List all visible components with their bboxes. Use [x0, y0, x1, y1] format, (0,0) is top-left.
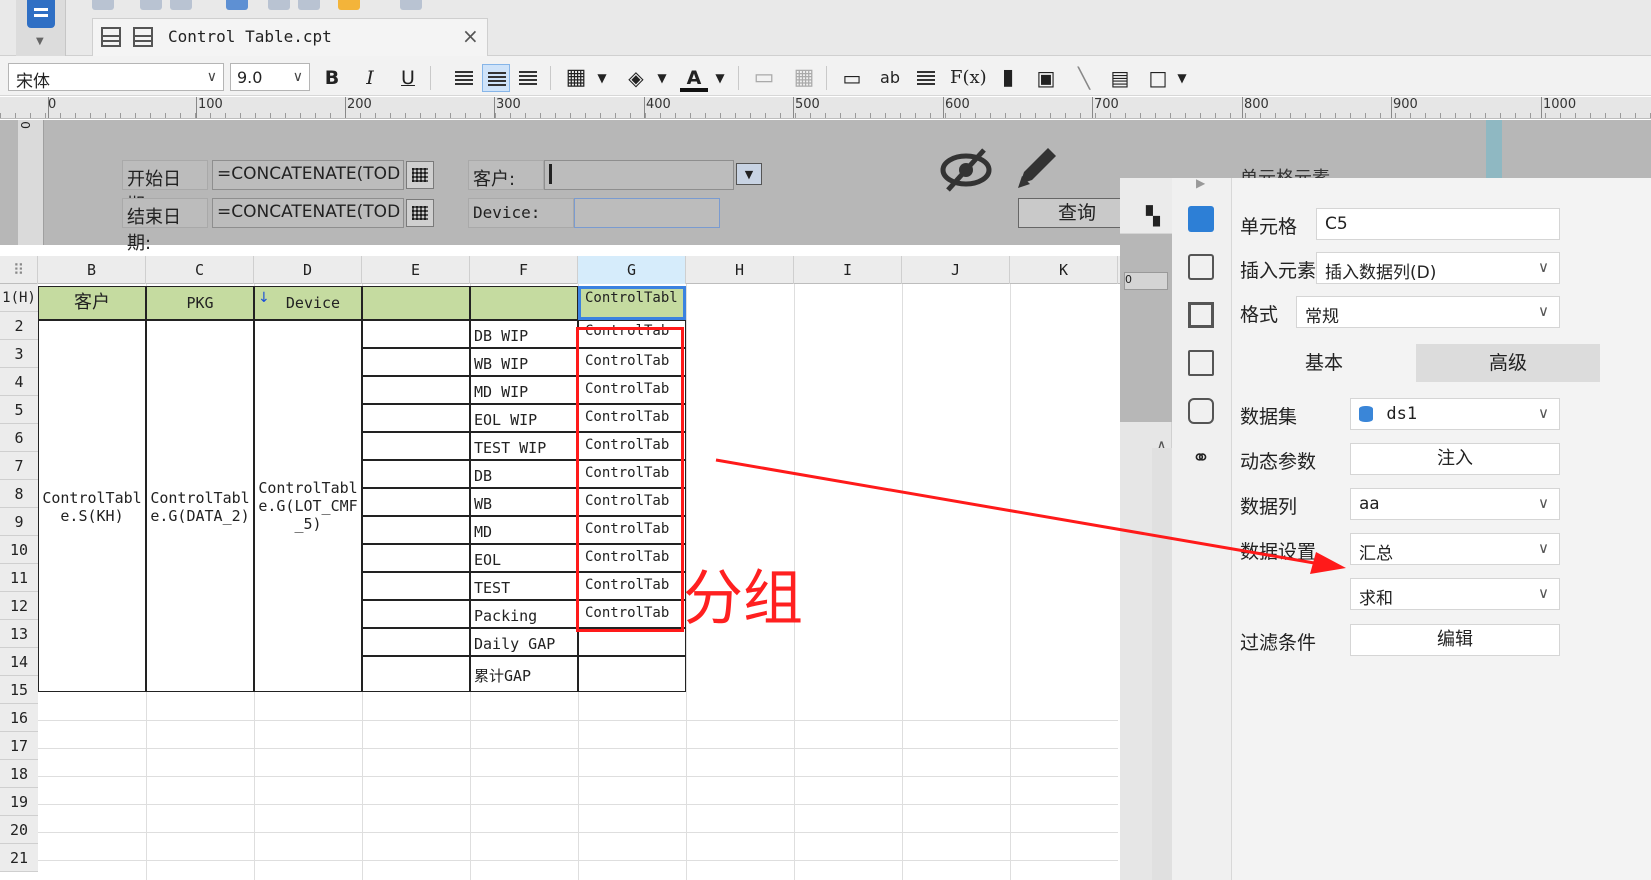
- annotation-arrow-line: [715, 458, 1321, 566]
- annotation-arrow: [715, 458, 1346, 574]
- annotation-arrow-head: [1310, 552, 1346, 574]
